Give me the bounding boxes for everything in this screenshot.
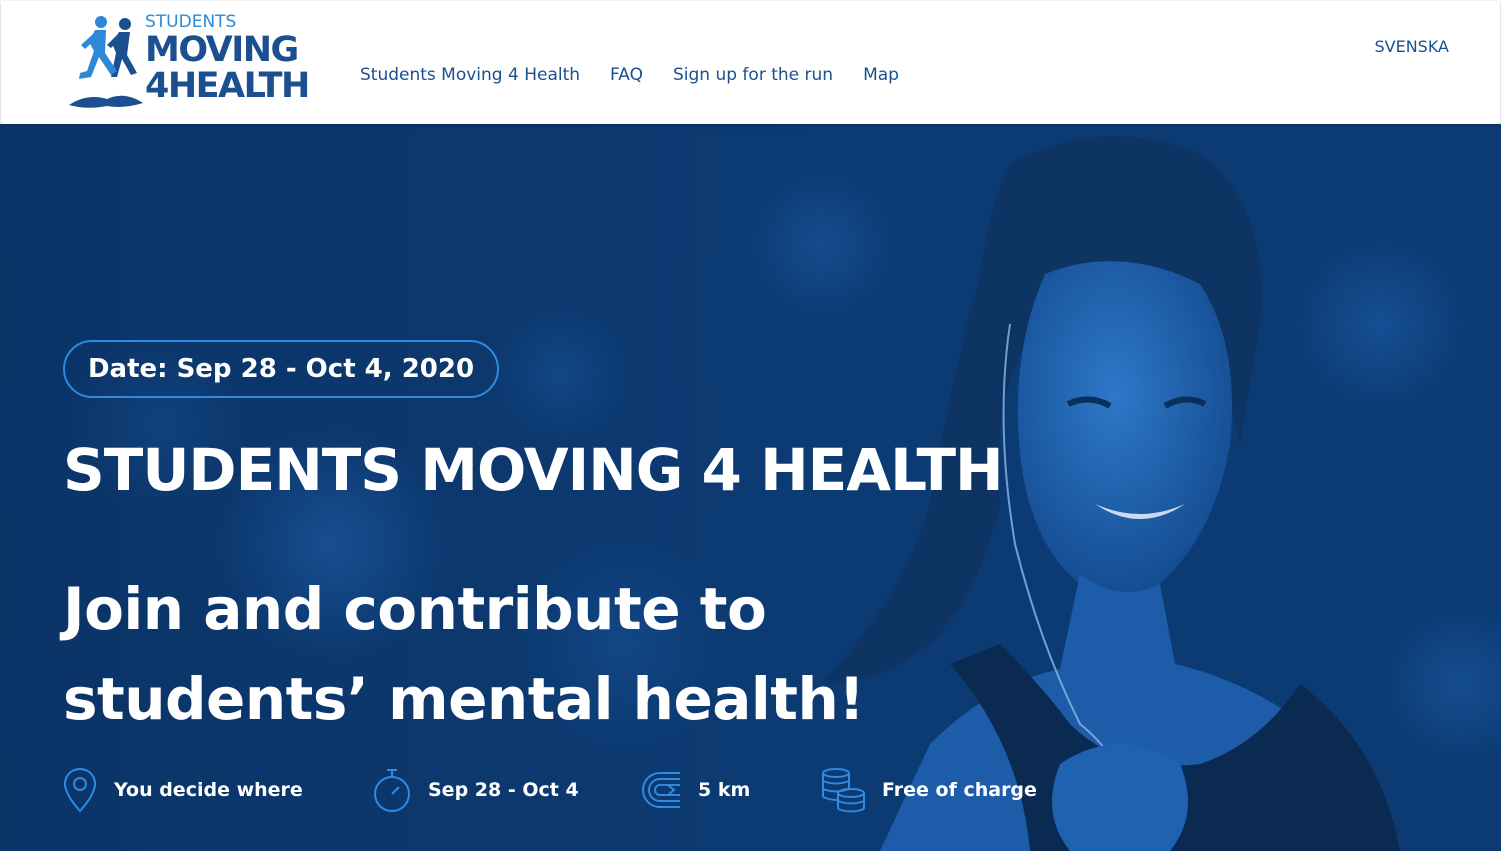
- nav-link-faq[interactable]: FAQ: [610, 65, 643, 85]
- event-date-badge: Date: Sep 28 - Oct 4, 2020: [63, 340, 499, 398]
- feature-distance-label: 5 km: [698, 779, 751, 801]
- stopwatch-icon: [374, 769, 410, 812]
- hero-subtitle: Join and contribute to students’ mental …: [63, 575, 865, 733]
- runners-logo-icon: [69, 16, 143, 108]
- nav-link-map[interactable]: Map: [863, 65, 899, 85]
- location-pin-icon: [63, 767, 97, 813]
- main-nav: Students Moving 4 Health FAQ Sign up for…: [360, 65, 929, 85]
- site-header: STUDENTS MOVING 4HEALTH Students Moving …: [1, 1, 1500, 124]
- feature-dates: Sep 28 - Oct 4: [372, 766, 579, 814]
- feature-location: You decide where: [62, 766, 303, 814]
- running-track-icon: [642, 772, 680, 808]
- logo-text-moving: MOVING: [145, 30, 299, 70]
- feature-price-label: Free of charge: [882, 779, 1037, 801]
- feature-distance: 5 km: [638, 766, 750, 814]
- nav-link-sign-up[interactable]: Sign up for the run: [673, 65, 833, 85]
- hero-section: Date: Sep 28 - Oct 4, 2020 STUDENTS MOVI…: [0, 124, 1501, 851]
- logo-text-4health: 4HEALTH: [145, 66, 310, 106]
- nav-link-students-moving-4-health[interactable]: Students Moving 4 Health: [360, 65, 580, 85]
- coins-icon: [822, 768, 865, 813]
- hero-title: STUDENTS MOVING 4 HEALTH: [63, 436, 1004, 504]
- feature-location-label: You decide where: [114, 779, 303, 801]
- site-logo[interactable]: STUDENTS MOVING 4HEALTH: [67, 11, 327, 109]
- feature-dates-label: Sep 28 - Oct 4: [428, 779, 579, 801]
- language-switch-link[interactable]: SVENSKA: [1375, 37, 1450, 56]
- feature-price: Free of charge: [820, 766, 1037, 814]
- logo-text-students: STUDENTS: [145, 12, 237, 32]
